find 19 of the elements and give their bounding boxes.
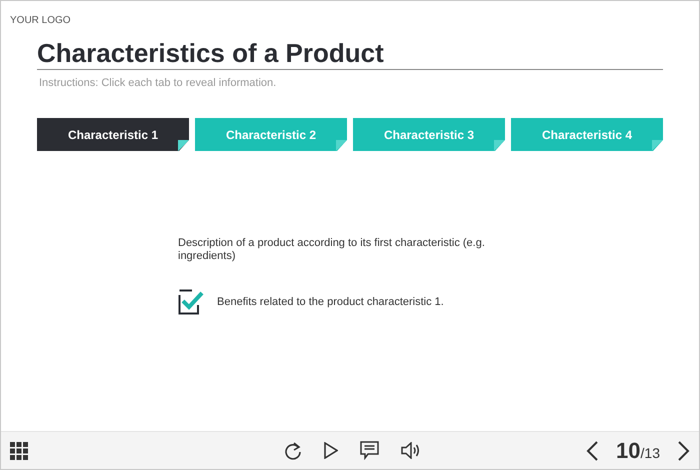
play-icon[interactable] bbox=[324, 442, 338, 459]
next-icon[interactable] bbox=[678, 440, 690, 460]
benefit-label: Benefits related to the product characteristic 1. bbox=[217, 296, 444, 308]
volume-icon[interactable] bbox=[401, 442, 420, 459]
slide-title: Characteristics of a Product bbox=[37, 38, 663, 70]
tab[interactable]: Characteristic 2 bbox=[195, 118, 347, 151]
caption-icon[interactable] bbox=[360, 441, 380, 460]
replay-icon[interactable] bbox=[284, 440, 302, 460]
page-total: /13 bbox=[640, 444, 660, 460]
menu-grid-icon[interactable] bbox=[10, 442, 28, 460]
page-number: 10 bbox=[616, 438, 641, 462]
tab[interactable]: Characteristic 4 bbox=[511, 118, 663, 151]
instructions-text: Instructions: Click each tab to reveal information. bbox=[39, 77, 278, 89]
logo-text: YOUR LOGO bbox=[10, 15, 72, 26]
previous-icon[interactable] bbox=[586, 440, 598, 460]
tab[interactable]: Characteristic 1 bbox=[37, 118, 189, 151]
description-text: Description of a product according to its first characteristic (e.g. ingredients) bbox=[178, 237, 486, 263]
checkbox[interactable] bbox=[178, 289, 204, 315]
tab[interactable]: Characteristic 3 bbox=[353, 118, 505, 151]
